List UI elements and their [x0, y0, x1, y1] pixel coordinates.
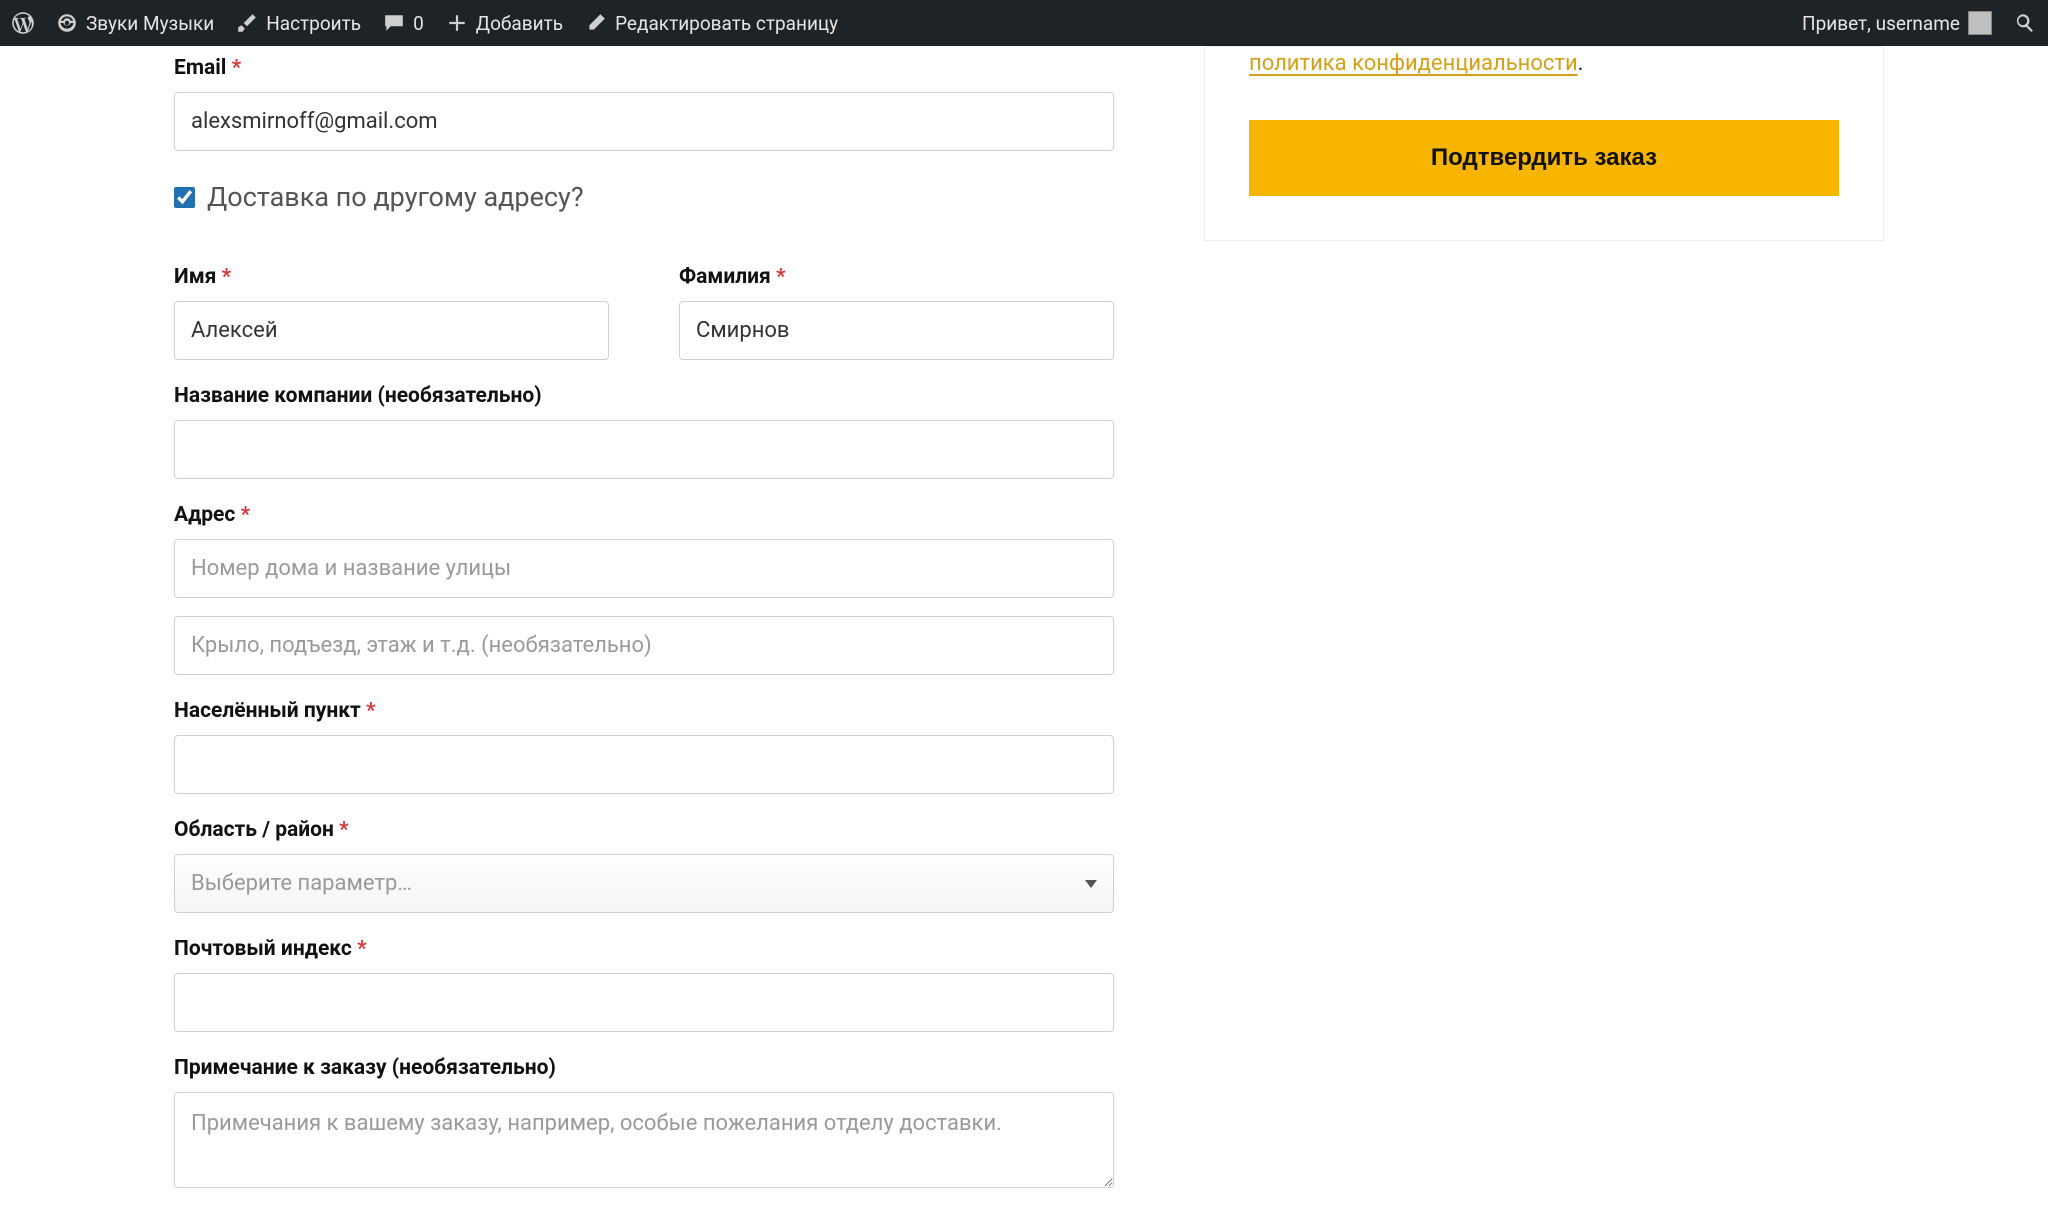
customize-link[interactable]: Настроить — [236, 12, 361, 35]
dashboard-icon — [56, 12, 78, 34]
edit-page-label: Редактировать страницу — [615, 12, 838, 35]
last-name-input[interactable] — [679, 301, 1114, 360]
last-name-label-text: Фамилия — [679, 265, 771, 289]
last-name-row: Фамилия * — [679, 265, 1114, 360]
place-order-button[interactable]: Подтвердить заказ — [1249, 120, 1839, 196]
admin-bar: Звуки Музыки Настроить 0 Добавить Редакт… — [0, 0, 2048, 46]
required-asterisk: * — [776, 265, 786, 289]
pencil-icon — [585, 12, 607, 34]
search-icon — [2014, 12, 2036, 34]
plus-icon — [446, 12, 468, 34]
required-asterisk: * — [241, 503, 251, 527]
privacy-policy-link[interactable]: политика конфиденциальности — [1249, 51, 1578, 76]
comments-count: 0 — [413, 12, 424, 35]
site-name: Звуки Музыки — [86, 12, 214, 35]
state-label-text: Область / район — [174, 818, 334, 842]
notes-row: Примечание к заказу (необязательно) — [174, 1056, 1114, 1193]
city-input[interactable] — [174, 735, 1114, 794]
postcode-row: Почтовый индекс * — [174, 937, 1114, 1032]
first-name-input[interactable] — [174, 301, 609, 360]
avatar — [1968, 11, 1992, 35]
greeting-text: Привет, username — [1802, 12, 1960, 35]
postcode-label: Почтовый индекс * — [174, 937, 1114, 961]
address-row: Адрес * — [174, 503, 1114, 675]
email-label: Email * — [174, 56, 1114, 80]
notes-textarea[interactable] — [174, 1092, 1114, 1188]
city-row: Населённый пункт * — [174, 699, 1114, 794]
required-asterisk: * — [366, 699, 376, 723]
checkout-form: Email * Доставка по другому адресу? Имя … — [174, 46, 1114, 1217]
city-label-text: Населённый пункт — [174, 699, 361, 723]
state-placeholder: Выберите параметр… — [191, 871, 412, 896]
ship-different-label[interactable]: Доставка по другому адресу? — [207, 181, 584, 213]
period: . — [1578, 51, 1584, 76]
state-row: Область / район * Выберите параметр… — [174, 818, 1114, 913]
user-menu[interactable]: Привет, username — [1802, 11, 1992, 35]
company-row: Название компании (необязательно) — [174, 384, 1114, 479]
required-asterisk: * — [339, 818, 349, 842]
required-asterisk: * — [357, 937, 367, 961]
order-summary-card: политика конфиденциальности. Подтвердить… — [1204, 46, 1884, 241]
add-new-link[interactable]: Добавить — [446, 12, 563, 35]
address-label: Адрес * — [174, 503, 1114, 527]
state-select[interactable]: Выберите параметр… — [174, 854, 1114, 913]
site-link[interactable]: Звуки Музыки — [56, 12, 214, 35]
address1-input[interactable] — [174, 539, 1114, 598]
company-label: Название компании (необязательно) — [174, 384, 1114, 408]
city-label: Населённый пункт * — [174, 699, 1114, 723]
admin-bar-right: Привет, username — [1802, 11, 2036, 35]
ship-different-checkbox[interactable] — [174, 187, 195, 208]
required-asterisk: * — [222, 265, 232, 289]
chevron-down-icon — [1085, 880, 1097, 888]
first-name-row: Имя * — [174, 265, 609, 360]
wp-logo-button[interactable] — [12, 12, 34, 34]
add-new-label: Добавить — [476, 12, 563, 35]
email-input[interactable] — [174, 92, 1114, 151]
paintbrush-icon — [236, 12, 258, 34]
admin-bar-left: Звуки Музыки Настроить 0 Добавить Редакт… — [12, 12, 838, 35]
first-name-label-text: Имя — [174, 265, 216, 289]
privacy-policy-text: политика конфиденциальности. — [1249, 47, 1839, 80]
notes-label: Примечание к заказу (необязательно) — [174, 1056, 1114, 1080]
customize-label: Настроить — [266, 12, 361, 35]
shipping-different-heading: Доставка по другому адресу? — [174, 181, 1114, 213]
required-asterisk: * — [232, 56, 242, 80]
edit-page-link[interactable]: Редактировать страницу — [585, 12, 838, 35]
company-input[interactable] — [174, 420, 1114, 479]
address-label-text: Адрес — [174, 503, 235, 527]
postcode-label-text: Почтовый индекс — [174, 937, 352, 961]
state-label: Область / район * — [174, 818, 1114, 842]
email-label-text: Email — [174, 56, 226, 80]
email-row: Email * — [174, 56, 1114, 151]
order-summary-column: политика конфиденциальности. Подтвердить… — [1204, 46, 1884, 241]
first-name-label: Имя * — [174, 265, 609, 289]
comment-icon — [383, 12, 405, 34]
wordpress-icon — [12, 12, 34, 34]
admin-search[interactable] — [2014, 12, 2036, 34]
postcode-input[interactable] — [174, 973, 1114, 1032]
comments-link[interactable]: 0 — [383, 12, 424, 35]
address2-input[interactable] — [174, 616, 1114, 675]
last-name-label: Фамилия * — [679, 265, 1114, 289]
